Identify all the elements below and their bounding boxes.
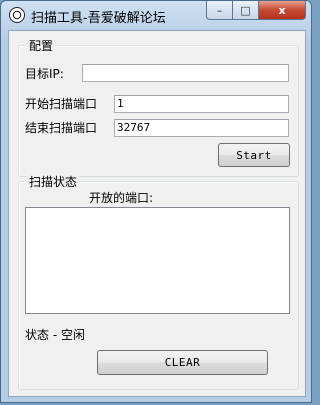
clear-button[interactable]: CLEAR [97, 350, 268, 375]
window-controls: – □ x [206, 1, 306, 21]
start-button[interactable]: Start [218, 143, 290, 167]
start-port-label: 开始扫描端口 [25, 97, 98, 111]
minimize-button[interactable]: – [206, 1, 233, 20]
config-legend: 配置 [27, 37, 56, 54]
title-bar[interactable]: 扫描工具-吾爱破解论坛 – □ x [1, 1, 311, 29]
soccer-ball-icon [9, 7, 25, 23]
target-ip-label: 目标IP: [25, 67, 64, 81]
close-button[interactable]: x [259, 1, 306, 20]
scan-status-legend: 扫描状态 [27, 173, 80, 190]
open-ports-label: 开放的端口: [89, 191, 154, 205]
end-port-input[interactable]: 32767 [114, 119, 289, 137]
target-ip-input[interactable] [82, 64, 289, 82]
window-title: 扫描工具-吾爱破解论坛 [31, 11, 166, 26]
start-port-input[interactable]: 1 [114, 95, 289, 113]
open-ports-list[interactable] [25, 207, 290, 314]
app-window: 扫描工具-吾爱破解论坛 – □ x 配置 目标IP: 开始扫描端口 1 结束扫描… [0, 0, 312, 403]
maximize-button[interactable]: □ [233, 1, 259, 20]
client-area: 配置 目标IP: 开始扫描端口 1 结束扫描端口 32767 Start 扫描状… [8, 30, 306, 397]
status-text: 状态 - 空闲 [25, 328, 85, 342]
end-port-label: 结束扫描端口 [25, 121, 98, 135]
